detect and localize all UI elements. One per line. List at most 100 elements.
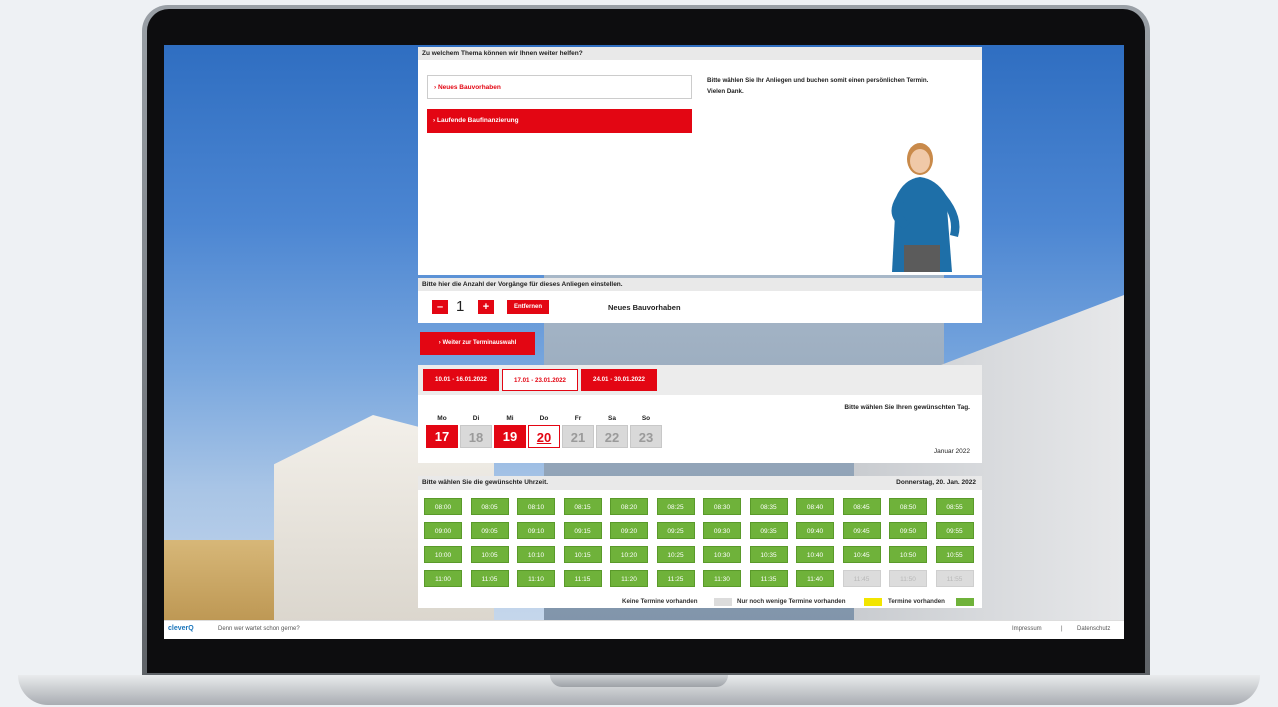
day-panel: Bitte wählen Sie Ihren gewünschten Tag. …: [418, 395, 982, 463]
day-friday: Fr 21: [562, 415, 594, 448]
day-sunday: So 23: [630, 415, 662, 448]
time-slot[interactable]: 11:15: [563, 570, 602, 587]
time-slot[interactable]: 10:45: [842, 546, 881, 563]
time-slot[interactable]: 09:15: [563, 522, 602, 539]
legend-few-label: Nur noch wenige Termine vorhanden: [737, 598, 846, 605]
datenschutz-link[interactable]: Datenschutz: [1077, 626, 1110, 632]
time-slot[interactable]: 11:20: [610, 570, 648, 587]
time-slot[interactable]: 08:45: [842, 498, 881, 515]
topic-button-neues-bauvorhaben[interactable]: › Neues Bauvorhaben: [427, 75, 692, 99]
time-slot: 11:50: [889, 570, 927, 587]
time-slot[interactable]: 10:30: [703, 546, 741, 563]
topic-label: Laufende Baufinanzierung: [436, 117, 519, 124]
count-panel-header-bar: Bitte hier die Anzahl der Vorgänge für d…: [418, 278, 982, 291]
legend-avail-swatch: [956, 598, 974, 606]
day-name: Di: [472, 415, 480, 422]
footer-slogan: Denn wer wartet schon gerne?: [218, 626, 300, 632]
day-thursday[interactable]: Do 20: [528, 415, 560, 448]
time-slot[interactable]: 08:25: [656, 498, 695, 515]
day-monday[interactable]: Mo 17: [426, 415, 458, 448]
time-slot[interactable]: 08:20: [610, 498, 648, 515]
time-slot[interactable]: 10:25: [656, 546, 695, 563]
time-slot[interactable]: 09:55: [935, 522, 974, 539]
time-slot[interactable]: 09:20: [610, 522, 648, 539]
time-slot[interactable]: 09:45: [842, 522, 881, 539]
time-slot[interactable]: 10:20: [610, 546, 648, 563]
time-slot[interactable]: 08:40: [796, 498, 834, 515]
time-slot[interactable]: 08:15: [563, 498, 602, 515]
legend-few-swatch: [864, 598, 882, 606]
note-line-1: Bitte wählen Sie Ihr Anliegen und buchen…: [707, 77, 929, 84]
day-number: 21: [562, 425, 594, 448]
time-slot[interactable]: 11:25: [656, 570, 695, 587]
time-slot[interactable]: 10:05: [470, 546, 509, 563]
month-label: Januar 2022: [933, 448, 970, 455]
day-name: Sa: [608, 415, 616, 422]
remove-button[interactable]: Entfernen: [507, 300, 549, 314]
impressum-link[interactable]: Impressum: [1012, 626, 1042, 632]
time-slot[interactable]: 10:10: [517, 546, 555, 563]
continue-to-appointment-button[interactable]: › Weiter zur Terminauswahl: [420, 332, 535, 355]
day-name: Mo: [437, 415, 447, 422]
time-slot[interactable]: 08:35: [749, 498, 788, 515]
day-tuesday: Di 18: [460, 415, 492, 448]
time-slot[interactable]: 08:05: [470, 498, 509, 515]
time-slot[interactable]: 09:50: [889, 522, 927, 539]
selected-topic-label: Neues Bauvorhaben: [608, 303, 681, 312]
week-tab-3[interactable]: 24.01 - 30.01.2022: [581, 369, 657, 391]
topic-button-laufende-baufinanzierung[interactable]: › Laufende Baufinanzierung: [427, 109, 692, 133]
topic-panel: Zu welchem Thema können wir Ihnen weiter…: [418, 47, 982, 275]
day-number: 20: [528, 425, 560, 448]
increment-button[interactable]: +: [478, 300, 494, 314]
time-slot[interactable]: 09:00: [424, 522, 462, 539]
time-slot[interactable]: 08:50: [889, 498, 927, 515]
time-slot: 11:45: [842, 570, 881, 587]
topic-panel-header: Zu welchem Thema können wir Ihnen weiter…: [418, 47, 982, 60]
time-slot[interactable]: 11:00: [424, 570, 462, 587]
time-slot[interactable]: 08:00: [424, 498, 462, 515]
time-slot[interactable]: 10:35: [749, 546, 788, 563]
time-slot[interactable]: 09:40: [796, 522, 834, 539]
topic-note: Bitte wählen Sie Ihr Anliegen und buchen…: [707, 76, 967, 96]
footer-separator: |: [1061, 626, 1063, 632]
time-instruction: Bitte wählen Sie die gewünschte Uhrzeit.: [422, 479, 549, 486]
time-slot[interactable]: 10:50: [889, 546, 927, 563]
week-tab-2[interactable]: 17.01 - 23.01.2022: [502, 369, 578, 391]
assistant-photo: [891, 143, 960, 272]
cleverq-logo: cleverQ: [168, 625, 194, 632]
count-value: 1: [456, 298, 465, 315]
browser-viewport: Zu welchem Thema können wir Ihnen weiter…: [164, 45, 1124, 639]
day-name: Fr: [574, 415, 582, 422]
time-slot[interactable]: 10:15: [563, 546, 602, 563]
decrement-button[interactable]: –: [432, 300, 448, 314]
time-slot[interactable]: 11:10: [517, 570, 555, 587]
time-slot[interactable]: 08:10: [517, 498, 555, 515]
day-name: So: [641, 415, 651, 422]
week-tab-1[interactable]: 10.01 - 16.01.2022: [423, 369, 499, 391]
time-slot[interactable]: 09:35: [749, 522, 788, 539]
time-slot[interactable]: 10:00: [424, 546, 462, 563]
legend-avail-label: Termine vorhanden: [888, 598, 945, 605]
time-slot[interactable]: 11:40: [796, 570, 834, 587]
day-wednesday[interactable]: Mi 19: [494, 415, 526, 448]
time-slot[interactable]: 09:30: [703, 522, 741, 539]
count-panel: – 1 + Entfernen Neues Bauvorhaben: [418, 291, 982, 323]
time-slot[interactable]: 09:05: [470, 522, 509, 539]
legend-none-swatch: [714, 598, 732, 606]
time-slot[interactable]: 10:55: [935, 546, 974, 563]
time-slot[interactable]: 09:10: [517, 522, 555, 539]
time-slot[interactable]: 11:35: [749, 570, 788, 587]
time-panel-header: Bitte wählen Sie die gewünschte Uhrzeit.…: [418, 476, 982, 490]
time-slot[interactable]: 08:55: [935, 498, 974, 515]
time-slot[interactable]: 09:25: [656, 522, 695, 539]
time-slot: 11:55: [935, 570, 974, 587]
time-slot[interactable]: 08:30: [703, 498, 741, 515]
day-number: 17: [426, 425, 458, 448]
page-footer: cleverQ Denn wer wartet schon gerne? Imp…: [164, 620, 1124, 639]
time-slot[interactable]: 11:30: [703, 570, 741, 587]
time-slot[interactable]: 11:05: [470, 570, 509, 587]
time-slot[interactable]: 10:40: [796, 546, 834, 563]
note-line-2: Vielen Dank.: [707, 88, 744, 95]
day-number: 19: [494, 425, 526, 448]
selected-date: Donnerstag, 20. Jan. 2022: [896, 479, 976, 486]
